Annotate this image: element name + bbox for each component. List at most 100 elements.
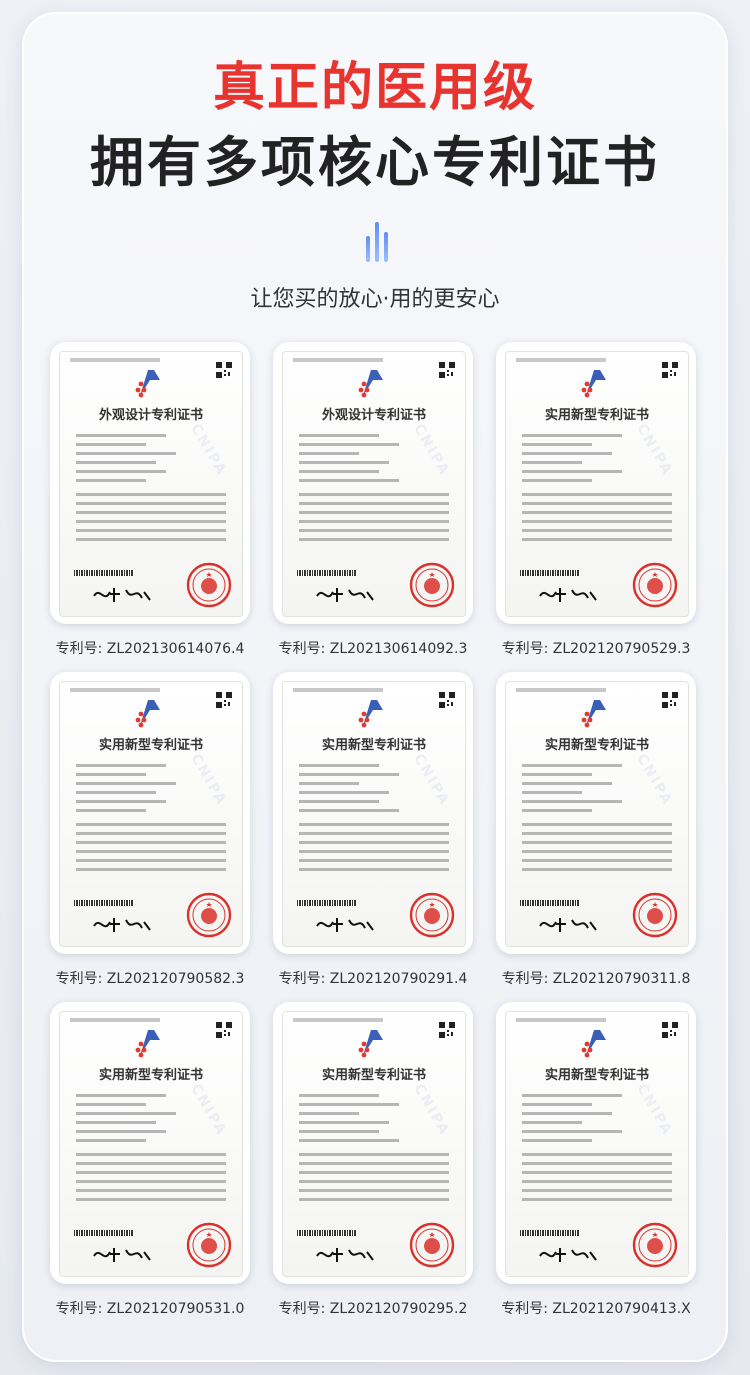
certificate-text-line <box>522 470 622 473</box>
barcode <box>297 1230 357 1236</box>
cnipa-watermark: CNIPA <box>633 751 676 809</box>
cnipa-logo-icon <box>581 700 606 728</box>
certificate-text-line <box>299 1198 449 1201</box>
certificate-text-line <box>76 470 166 473</box>
signature <box>93 1248 151 1262</box>
cnipa-logo-icon <box>358 1030 383 1058</box>
certificate-text-line <box>76 1094 166 1097</box>
official-seal-icon <box>186 1222 232 1268</box>
certificate-card: 实用新型专利证书 CNIPA <box>496 1002 696 1284</box>
certificate-text-line <box>299 434 379 437</box>
certificate-text-line <box>522 1180 672 1183</box>
cnipa-watermark: CNIPA <box>410 1081 453 1139</box>
certificate-text-line <box>522 782 612 785</box>
certificate-text-line <box>522 434 622 437</box>
certificate-text-line <box>522 452 612 455</box>
certificate-text-line <box>299 538 449 541</box>
cnipa-logo-icon <box>581 1030 606 1058</box>
certificate-text-line <box>299 1171 449 1174</box>
cnipa-watermark: CNIPA <box>633 421 676 479</box>
certificate-text-line <box>76 1121 156 1124</box>
cnipa-logo-icon <box>135 700 160 728</box>
certificate-card: 实用新型专利证书 CNIPA <box>273 672 473 954</box>
certificate-text-line <box>522 850 672 853</box>
certificate-text-line <box>522 502 672 505</box>
certificate-text-line <box>522 764 622 767</box>
certificate-text-line <box>299 470 379 473</box>
certificate-text-line <box>76 502 226 505</box>
certificate-text-line <box>76 493 226 496</box>
certificate-text-line <box>76 850 226 853</box>
official-seal-icon <box>632 562 678 608</box>
patent-number-caption: 专利号: ZL202130614076.4 <box>55 641 245 657</box>
official-seal-icon <box>409 892 455 938</box>
cnipa-logo-icon <box>135 370 160 398</box>
qr-code-icon <box>439 1022 455 1038</box>
certificate-text-line <box>522 773 592 776</box>
certificate-title: 实用新型专利证书 <box>544 738 649 753</box>
qr-code-icon <box>439 362 455 378</box>
signature <box>539 1248 597 1262</box>
certificate-text-line <box>76 859 226 862</box>
certificate-image: 实用新型专利证书 CNIPA <box>505 351 689 617</box>
patent-number-caption: 专利号: ZL202120790582.3 <box>55 971 245 987</box>
certificate-text-line <box>299 782 359 785</box>
certificate-card: 外观设计专利证书 CNIPA <box>50 342 250 624</box>
patent-number-caption: 专利号: ZL202120790311.8 <box>501 971 691 987</box>
certificate-text-line <box>299 1112 359 1115</box>
certificate-text-line <box>299 452 359 455</box>
certificate-title: 实用新型专利证书 <box>98 738 203 753</box>
certificate-text-line <box>299 1094 379 1097</box>
certificate-image: 外观设计专利证书 CNIPA <box>282 351 466 617</box>
barcode <box>520 570 580 576</box>
certificate-text-line <box>522 443 592 446</box>
certificate-card: 实用新型专利证书 CNIPA <box>50 1002 250 1284</box>
certificate-text-line <box>522 529 672 532</box>
official-seal-icon <box>409 1222 455 1268</box>
certificate-text-line <box>76 1153 226 1156</box>
certificate-title: 实用新型专利证书 <box>544 1068 649 1083</box>
certificate-title: 外观设计专利证书 <box>321 408 426 423</box>
barcode <box>520 1230 580 1236</box>
subtitle: 让您买的放心·用的更安心 <box>250 287 500 312</box>
barcode <box>74 570 134 576</box>
certificate-text-line <box>76 452 176 455</box>
certificate-text-line <box>522 868 672 871</box>
headline-black: 拥有多项核心专利证书 <box>90 131 660 194</box>
certificate-text-line <box>522 1189 672 1192</box>
cnipa-watermark: CNIPA <box>633 1081 676 1139</box>
certificate-text-line <box>522 859 672 862</box>
certificate-text-line <box>522 1103 592 1106</box>
official-seal-icon <box>186 892 232 938</box>
certificate-text-line <box>76 538 226 541</box>
certificate-text-line <box>299 529 449 532</box>
barcode <box>74 900 134 906</box>
certificate-text-line <box>522 1139 592 1142</box>
certificate-text-line <box>522 511 672 514</box>
signature <box>93 918 151 932</box>
certificate-text-line <box>299 461 389 464</box>
certificate-text-line <box>76 1130 166 1133</box>
official-seal-icon <box>409 562 455 608</box>
certificate-card: 实用新型专利证书 CNIPA <box>496 672 696 954</box>
certificate-text-line <box>76 823 226 826</box>
certificate-text-line <box>299 841 449 844</box>
certificate-text-line <box>522 1112 612 1115</box>
certificate-text-line <box>522 841 672 844</box>
certificate-number-line <box>516 1018 606 1022</box>
certificate-number-line <box>516 358 606 362</box>
certificate-number-line <box>516 688 606 692</box>
headline-red: 真正的医用级 <box>212 58 537 118</box>
certificate-text-line <box>76 791 156 794</box>
patent-number-caption: 专利号: ZL202130614092.3 <box>278 641 468 657</box>
cnipa-watermark: CNIPA <box>187 421 230 479</box>
cnipa-watermark: CNIPA <box>410 421 453 479</box>
certificate-text-line <box>299 511 449 514</box>
certificate-text-line <box>299 809 399 812</box>
certificate-text-line <box>299 1139 399 1142</box>
cnipa-watermark: CNIPA <box>410 751 453 809</box>
signature <box>316 1248 374 1262</box>
certificate-text-line <box>299 443 399 446</box>
certificate-text-line <box>76 1103 146 1106</box>
certificate-text-line <box>299 479 399 482</box>
